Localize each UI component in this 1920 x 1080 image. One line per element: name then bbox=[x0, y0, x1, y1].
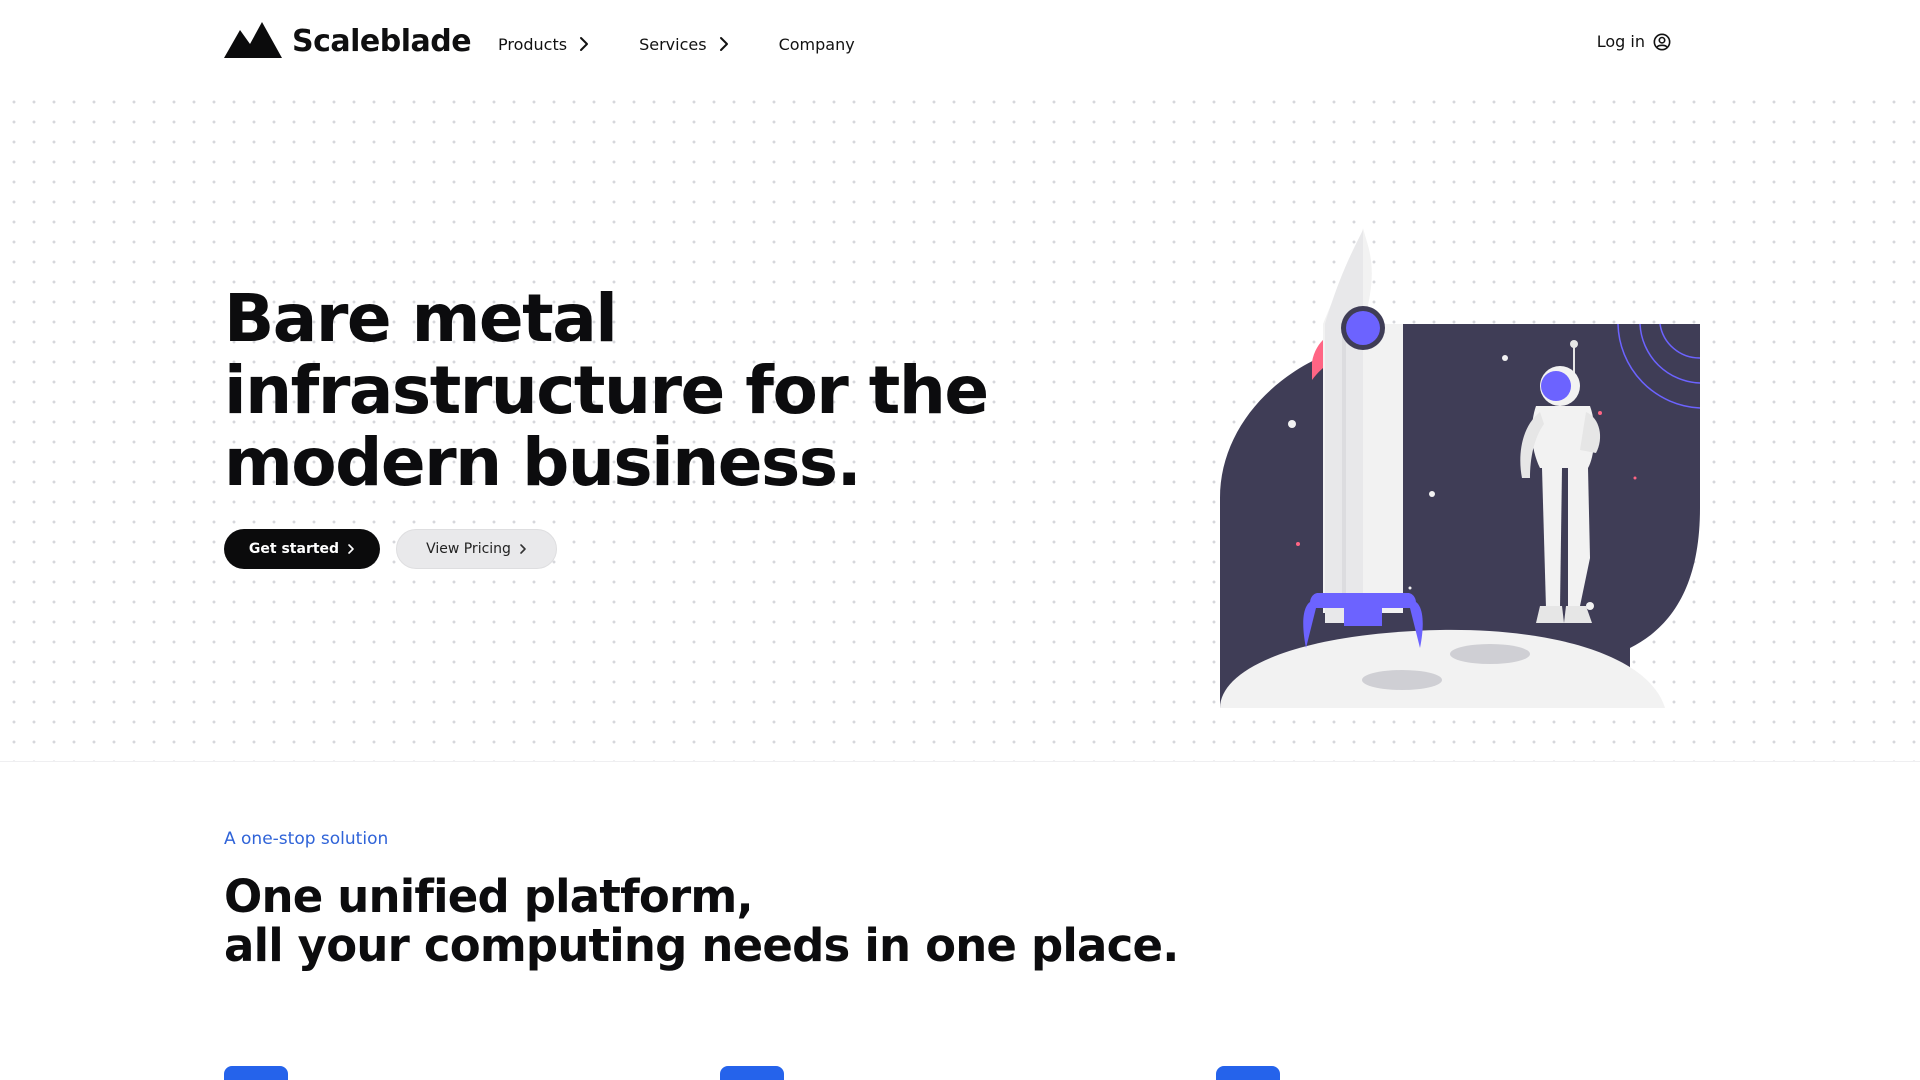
chevron-right-icon bbox=[520, 544, 526, 554]
rocket-astronaut-illustration bbox=[1220, 228, 1700, 708]
section-eyebrow: A one-stop solution bbox=[224, 829, 389, 849]
hero-title-line: infrastructure for the bbox=[224, 352, 989, 429]
feature-icon-tile bbox=[224, 1066, 288, 1080]
hero-section: Bare metal infrastructure for the modern… bbox=[0, 88, 1920, 762]
hero-title: Bare metal infrastructure for the modern… bbox=[224, 280, 989, 501]
nav-services[interactable]: Services bbox=[639, 32, 728, 56]
chevron-right-icon bbox=[348, 544, 354, 554]
nav-products[interactable]: Products bbox=[498, 32, 589, 56]
login-label: Log in bbox=[1596, 32, 1645, 51]
hero-buttons: Get started View Pricing bbox=[224, 529, 557, 569]
page: Scaleblade Products Services Company Log… bbox=[0, 0, 1920, 1080]
view-pricing-button[interactable]: View Pricing bbox=[396, 529, 557, 569]
login-link[interactable]: Log in bbox=[1597, 32, 1671, 51]
mountain-logo-icon bbox=[224, 22, 282, 58]
site-header: Scaleblade Products Services Company Log… bbox=[0, 0, 1920, 88]
chevron-right-icon bbox=[719, 37, 728, 51]
nav-company-label: Company bbox=[778, 34, 855, 54]
brand-name: Scaleblade bbox=[292, 23, 472, 59]
nav-company[interactable]: Company bbox=[779, 32, 855, 56]
section-title-line: all your computing needs in one place. bbox=[224, 919, 1179, 972]
feature-icon-tile bbox=[720, 1066, 784, 1080]
get-started-button[interactable]: Get started bbox=[224, 529, 380, 569]
hero-title-line: Bare metal bbox=[224, 280, 618, 357]
logo-link[interactable]: Scaleblade bbox=[224, 22, 472, 60]
get-started-label: Get started bbox=[248, 541, 340, 557]
feature-icon-tile bbox=[1216, 1066, 1280, 1080]
chevron-right-icon bbox=[580, 37, 589, 51]
nav-products-label: Products bbox=[498, 34, 568, 54]
nav-services-label: Services bbox=[639, 34, 707, 54]
view-pricing-label: View Pricing bbox=[426, 541, 511, 557]
user-circle-icon bbox=[1653, 33, 1671, 50]
hero-title-line: modern business. bbox=[224, 424, 862, 501]
section-title-line: One unified platform, bbox=[224, 870, 754, 923]
section-title: One unified platform, all your computing… bbox=[224, 872, 1224, 970]
main-nav: Products Services Company bbox=[498, 32, 905, 56]
